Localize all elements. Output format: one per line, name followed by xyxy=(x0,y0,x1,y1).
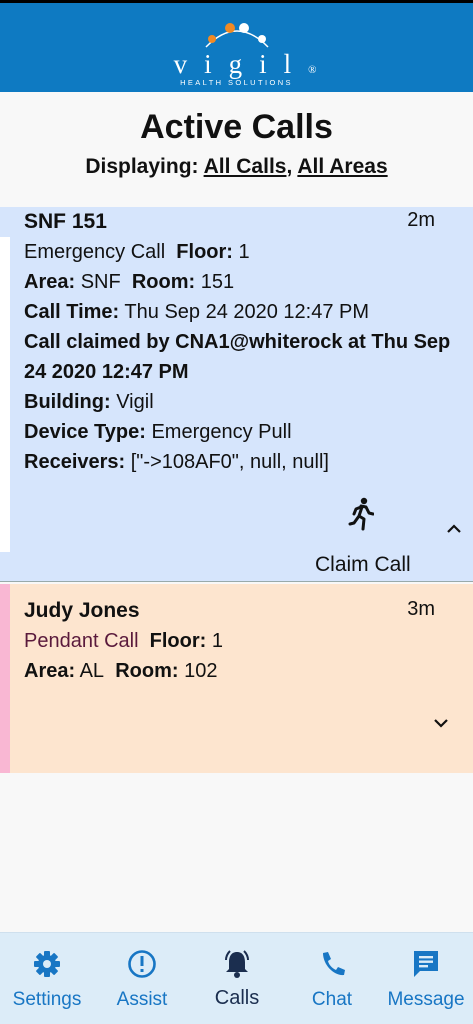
call-time-row: Call Time: Thu Sep 24 2020 12:47 PM xyxy=(24,297,369,327)
receivers-value: ["->108AF0", null, null] xyxy=(130,451,329,473)
filter-separator: , xyxy=(286,155,293,178)
call-type: Emergency Call xyxy=(24,241,166,263)
tab-chat-label: Chat xyxy=(311,989,353,1010)
floor-label: Floor: xyxy=(176,241,233,263)
building-value: Vigil xyxy=(116,391,154,413)
brand-tagline: HEALTH SOLUTIONS xyxy=(180,78,293,87)
claimed-text: Call claimed by CNA1@whiterock at Thu Se… xyxy=(24,331,451,383)
room-value: 151 xyxy=(200,271,235,293)
displaying-label: Displaying: xyxy=(85,155,199,178)
alert-circle-icon xyxy=(128,950,156,978)
building-label: Building: xyxy=(24,391,111,413)
app-header: vigil® HEALTH SOLUTIONS xyxy=(0,0,473,92)
bottom-tab-bar: Settings Assist Calls Chat Message xyxy=(0,932,473,1024)
message-icon xyxy=(414,951,438,977)
room-value: 102 xyxy=(184,660,218,682)
receivers-label: Receivers: xyxy=(24,451,126,473)
brand-registered: ® xyxy=(308,64,317,76)
call-age: 3m xyxy=(407,598,435,620)
call-name: Judy Jones xyxy=(24,599,140,622)
tab-calls-label: Calls xyxy=(214,987,260,1009)
tab-settings[interactable]: Settings xyxy=(0,933,94,1024)
gear-icon xyxy=(34,951,60,977)
call-stripe xyxy=(0,237,10,552)
phone-icon xyxy=(323,952,345,976)
call-name: SNF 151 xyxy=(24,210,107,233)
tab-message[interactable]: Message xyxy=(379,933,473,1024)
tab-settings-label: Settings xyxy=(12,989,82,1010)
room-label: Room: xyxy=(115,660,179,682)
area-value: AL xyxy=(79,660,105,682)
floor-value: 1 xyxy=(238,241,250,263)
chevron-down-icon[interactable] xyxy=(433,715,449,731)
device-value: Emergency Pull xyxy=(151,421,292,443)
building-row: Building: Vigil xyxy=(24,387,154,417)
tab-assist-label: Assist xyxy=(116,989,168,1010)
brand-name: vigil xyxy=(173,49,309,79)
call-card-judy-jones[interactable]: Judy Jones 3m Pendant Call Floor: 1 Area… xyxy=(0,584,473,773)
filter-calls-link[interactable]: All Calls xyxy=(204,155,287,178)
tab-calls[interactable]: Calls xyxy=(190,933,284,1024)
area-label: Area: xyxy=(24,660,76,682)
room-label: Room: xyxy=(131,271,196,293)
filter-areas-link[interactable]: All Areas xyxy=(297,155,387,178)
floor-value: 1 xyxy=(211,630,223,652)
logo-arc-icon xyxy=(205,23,269,48)
call-card-snf-151[interactable]: SNF 151 2m Emergency Call Floor: 1 Area:… xyxy=(0,207,473,582)
tab-assist[interactable]: Assist xyxy=(95,933,189,1024)
call-age: 2m xyxy=(407,209,435,231)
receivers-row: Receivers: ["->108AF0", null, null] xyxy=(24,447,329,477)
filter-summary: Displaying: All Calls, All Areas xyxy=(0,155,473,179)
area-row: Area: AL Room: 102 xyxy=(24,656,217,686)
chevron-up-icon[interactable] xyxy=(446,521,462,537)
tab-message-label: Message xyxy=(387,989,465,1010)
vigil-logo: vigil® HEALTH SOLUTIONS xyxy=(0,11,473,91)
area-row: Area: SNF Room: 151 xyxy=(24,267,234,297)
running-person-icon[interactable] xyxy=(348,497,374,531)
call-stripe xyxy=(0,584,10,773)
call-type-row: Emergency Call Floor: 1 xyxy=(24,237,250,267)
bell-icon xyxy=(225,950,249,978)
device-row: Device Type: Emergency Pull xyxy=(24,417,292,447)
page-title: Active Calls xyxy=(140,108,333,146)
call-time-label: Call Time: xyxy=(24,301,120,323)
area-label: Area: xyxy=(24,271,76,293)
call-time-value: Thu Sep 24 2020 12:47 PM xyxy=(124,301,370,323)
claim-call-button[interactable]: Claim Call xyxy=(315,553,411,577)
call-type-row: Pendant Call Floor: 1 xyxy=(24,626,223,656)
device-label: Device Type: xyxy=(24,421,146,443)
tab-chat[interactable]: Chat xyxy=(285,933,379,1024)
floor-label: Floor: xyxy=(149,630,207,652)
area-value: SNF xyxy=(80,271,121,293)
call-type: Pendant Call xyxy=(24,630,139,652)
